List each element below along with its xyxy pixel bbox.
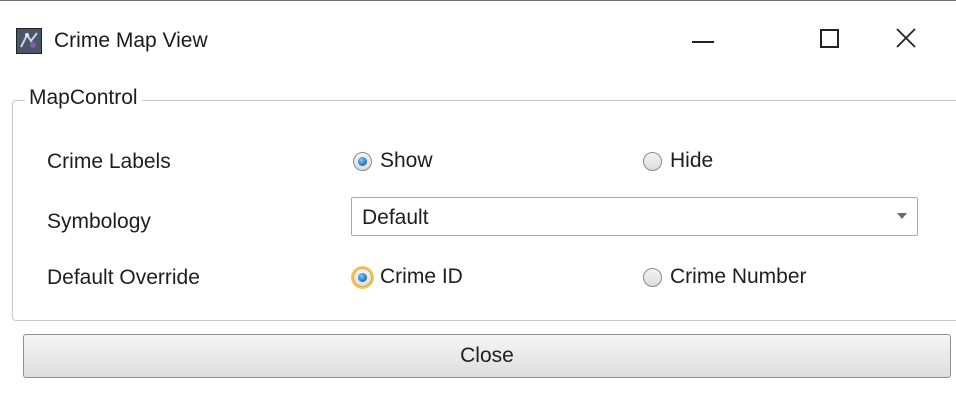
radio-unchecked-icon[interactable]: [643, 267, 662, 287]
close-icon: [896, 28, 916, 48]
maximize-button[interactable]: [797, 19, 861, 63]
radio-label: Crime Number: [670, 265, 807, 288]
default-override-crime-number-radio[interactable]: Crime Number: [643, 265, 807, 289]
radio-label: Show: [380, 149, 433, 172]
radio-checked-icon[interactable]: [353, 151, 372, 171]
maximize-icon: [820, 29, 839, 48]
minimize-icon: [692, 41, 714, 43]
radio-label: Crime ID: [380, 265, 463, 288]
crime-map-view-window: Crime Map View MapControl Crime Labels S…: [0, 0, 956, 395]
symbology-selected-value: Default: [362, 206, 429, 229]
radio-label: Hide: [670, 149, 714, 172]
window-close-button[interactable]: [874, 19, 938, 63]
default-override-label: Default Override: [47, 266, 200, 289]
window-title: Crime Map View: [54, 29, 208, 52]
crime-labels-label: Crime Labels: [47, 150, 171, 173]
close-button[interactable]: Close: [23, 334, 951, 378]
radio-checked-icon[interactable]: [353, 267, 372, 287]
title-bar[interactable]: Crime Map View: [0, 1, 956, 65]
default-override-crime-id-radio[interactable]: Crime ID: [353, 265, 463, 289]
groupbox-legend: MapControl: [25, 86, 142, 110]
crime-labels-hide-radio[interactable]: Hide: [643, 149, 713, 173]
dropdown-arrow-icon[interactable]: [897, 213, 907, 219]
symbology-dropdown[interactable]: Default: [351, 197, 918, 236]
crime-labels-show-radio[interactable]: Show: [353, 149, 433, 173]
minimize-button[interactable]: [670, 19, 734, 63]
radio-unchecked-icon[interactable]: [643, 151, 662, 171]
symbology-label: Symbology: [47, 210, 151, 233]
crime-map-app-icon: [16, 28, 42, 54]
